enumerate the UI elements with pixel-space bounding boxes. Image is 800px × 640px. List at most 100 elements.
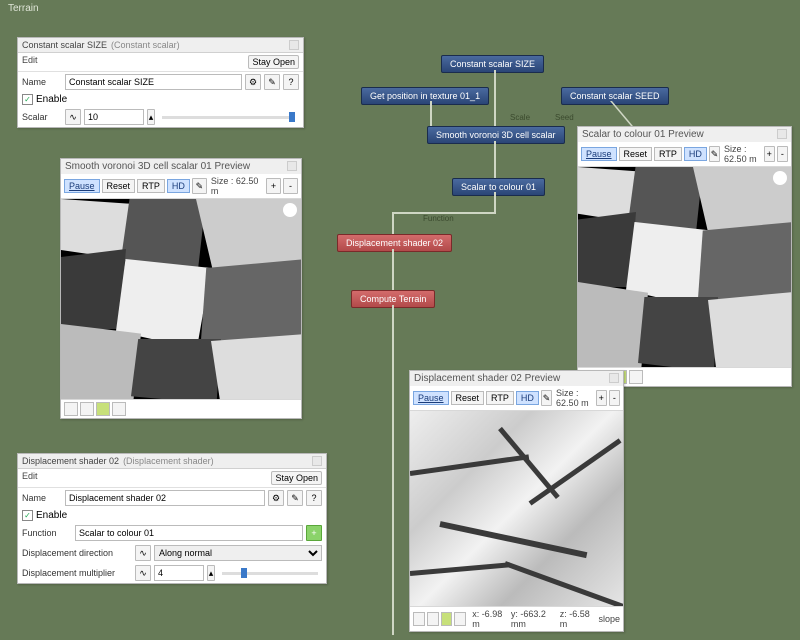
scalar-field[interactable] (84, 109, 144, 125)
preview-title-text: Displacement shader 02 Preview (414, 373, 560, 384)
label-direction: Displacement direction (22, 548, 132, 558)
panel-menubar: Edit Stay Open (18, 469, 326, 488)
preview-toolbar: Pause Reset RTP HD ✎ Size : 62.50 m + - (61, 174, 301, 199)
node-scalar-colour[interactable]: Scalar to colour 01 (452, 178, 545, 196)
direction-select[interactable]: Along normal (154, 545, 322, 561)
hd-button[interactable]: HD (684, 147, 707, 161)
gear-icon[interactable]: ⚙ (245, 74, 261, 90)
panel-title: Displacement shader 02 (22, 456, 119, 466)
node-displacement[interactable]: Displacement shader 02 (337, 234, 452, 252)
close-icon[interactable] (289, 40, 299, 50)
spinner-icon[interactable]: ▴ (207, 565, 215, 581)
close-icon[interactable] (609, 373, 619, 383)
menu-edit[interactable]: Edit (22, 55, 38, 69)
stay-open-button[interactable]: Stay Open (248, 55, 299, 69)
curve-icon[interactable]: ∿ (65, 109, 81, 125)
tool-icon[interactable] (427, 612, 439, 626)
panel-title: Constant scalar SIZE (22, 40, 107, 50)
zoom-in-button[interactable]: + (764, 146, 775, 162)
panel-header[interactable]: Constant scalar SIZE (Constant scalar) (18, 38, 303, 53)
pencil-icon[interactable]: ✎ (287, 490, 303, 506)
preview-displacement[interactable]: Displacement shader 02 Preview Pause Res… (409, 370, 624, 632)
spinner-icon[interactable]: ▴ (147, 109, 155, 125)
preview-title[interactable]: Displacement shader 02 Preview (410, 371, 623, 386)
preview-scalar-colour[interactable]: Scalar to colour 01 Preview Pause Reset … (577, 126, 792, 387)
stay-open-button[interactable]: Stay Open (271, 471, 322, 485)
scalar-slider[interactable] (162, 116, 295, 119)
pause-button[interactable]: Pause (413, 391, 449, 405)
label-name: Name (22, 493, 62, 503)
tool-icon[interactable] (96, 402, 110, 416)
rtp-button[interactable]: RTP (654, 147, 682, 161)
size-label: Size : 62.50 m (556, 388, 594, 408)
name-field[interactable] (65, 74, 242, 90)
multiplier-field[interactable] (154, 565, 204, 581)
panel-constant-scalar[interactable]: Constant scalar SIZE (Constant scalar) E… (17, 37, 304, 128)
preview-title[interactable]: Scalar to colour 01 Preview (578, 127, 791, 142)
pencil-icon[interactable]: ✎ (264, 74, 280, 90)
preview-footer: x: -6.98 m y: -663.2 mm z: -6.58 m slope (410, 606, 623, 631)
help-icon[interactable]: ? (283, 74, 299, 90)
orientation-widget[interactable] (773, 171, 787, 185)
brush-icon[interactable]: ✎ (541, 390, 552, 406)
node-constant-seed[interactable]: Constant scalar SEED (561, 87, 669, 105)
tool-icon[interactable] (454, 612, 466, 626)
gear-icon[interactable]: ⚙ (268, 490, 284, 506)
hd-button[interactable]: HD (516, 391, 539, 405)
add-button[interactable]: + (306, 525, 322, 541)
reset-button[interactable]: Reset (619, 147, 653, 161)
preview-viewport[interactable] (61, 199, 301, 399)
curve-icon[interactable]: ∿ (135, 545, 151, 561)
node-constant-size[interactable]: Constant scalar SIZE (441, 55, 544, 73)
preview-voronoi[interactable]: Smooth voronoi 3D cell scalar 01 Preview… (60, 158, 302, 419)
preview-title-text: Smooth voronoi 3D cell scalar 01 Preview (65, 161, 250, 172)
reset-button[interactable]: Reset (102, 179, 136, 193)
enable-checkbox[interactable]: ✓ (22, 94, 33, 105)
orientation-widget[interactable] (283, 203, 297, 217)
brush-icon[interactable]: ✎ (709, 146, 720, 162)
pause-button[interactable]: Pause (581, 147, 617, 161)
zoom-out-button[interactable]: - (609, 390, 620, 406)
rtp-button[interactable]: RTP (486, 391, 514, 405)
preview-viewport[interactable] (578, 167, 791, 367)
preview-viewport[interactable] (410, 411, 623, 606)
close-icon[interactable] (777, 129, 787, 139)
enable-checkbox[interactable]: ✓ (22, 510, 33, 521)
tool-icon[interactable] (441, 612, 453, 626)
tool-icon[interactable] (112, 402, 126, 416)
tool-icon[interactable] (629, 370, 643, 384)
help-icon[interactable]: ? (306, 490, 322, 506)
zoom-in-button[interactable]: + (266, 178, 281, 194)
rtp-button[interactable]: RTP (137, 179, 165, 193)
zoom-out-button[interactable]: - (777, 146, 788, 162)
panel-displacement-shader[interactable]: Displacement shader 02 (Displacement sha… (17, 453, 327, 584)
zoom-out-button[interactable]: - (283, 178, 298, 194)
wire (494, 141, 496, 178)
close-icon[interactable] (287, 161, 297, 171)
reset-button[interactable]: Reset (451, 391, 485, 405)
coord-z: z: -6.58 m (560, 609, 593, 629)
curve-icon[interactable]: ∿ (135, 565, 151, 581)
menu-edit[interactable]: Edit (22, 471, 38, 485)
panel-header[interactable]: Displacement shader 02 (Displacement sha… (18, 454, 326, 469)
wire (392, 305, 394, 635)
node-get-position[interactable]: Get position in texture 01_1 (361, 87, 489, 105)
label-enable: Enable (36, 510, 67, 521)
function-field[interactable] (75, 525, 303, 541)
multiplier-slider[interactable] (222, 572, 318, 575)
wire-label-scale: Scale (510, 113, 530, 122)
tool-icon[interactable] (413, 612, 425, 626)
hd-button[interactable]: HD (167, 179, 190, 193)
coord-slope: slope (598, 614, 620, 624)
preview-title[interactable]: Smooth voronoi 3D cell scalar 01 Preview (61, 159, 301, 174)
wire (494, 192, 496, 212)
pause-button[interactable]: Pause (64, 179, 100, 193)
tool-icon[interactable] (64, 402, 78, 416)
close-icon[interactable] (312, 456, 322, 466)
name-field[interactable] (65, 490, 265, 506)
tool-icon[interactable] (80, 402, 94, 416)
brush-icon[interactable]: ✎ (192, 178, 207, 194)
label-name: Name (22, 77, 62, 87)
wire (392, 249, 394, 290)
zoom-in-button[interactable]: + (596, 390, 607, 406)
